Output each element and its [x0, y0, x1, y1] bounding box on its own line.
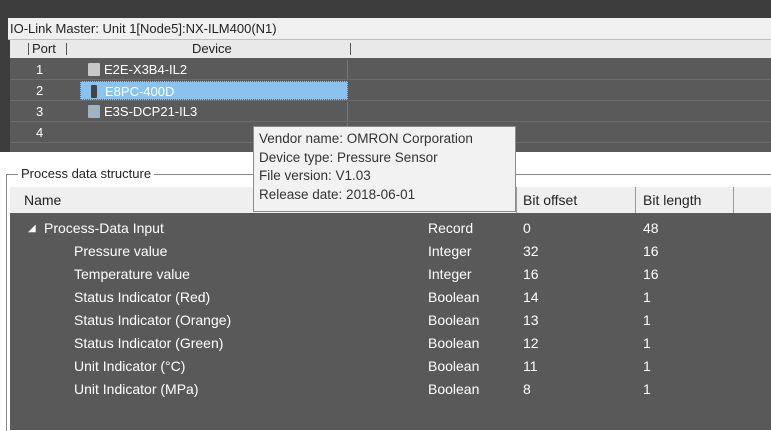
device-name: E2E-X3B4-IL2 [104, 62, 188, 77]
device-cell[interactable]: E3S-DCP21-IL3 [80, 102, 348, 121]
bit-length-column-header[interactable]: Bit length [643, 187, 701, 213]
table-row[interactable]: Unit Indicator (MPa) Boolean 8 1 [10, 378, 771, 401]
column-separator [733, 187, 734, 213]
column-separator [350, 43, 351, 55]
tooltip-release-date: Release date: 2018-06-01 [259, 186, 416, 202]
device-name: E8PC-400D [105, 84, 175, 99]
row-bit-length: 1 [643, 358, 651, 374]
row-bit-length: 48 [643, 220, 659, 236]
column-separator [66, 43, 67, 55]
table-row[interactable]: Unit Indicator (°C) Boolean 11 1 [10, 355, 771, 378]
window-title: IO-Link Master: Unit 1[Node5]:NX-ILM400(… [8, 18, 771, 40]
tooltip-file-version: File version: V1.03 [259, 168, 371, 183]
port-row-2[interactable]: 2 E8PC-400D [10, 81, 771, 100]
row-type: Boolean [428, 381, 480, 397]
row-type: Boolean [428, 289, 480, 305]
row-type: Boolean [428, 312, 480, 328]
name-column-header[interactable]: Name [24, 187, 61, 213]
tooltip-vendor: Vendor name: OMRON Corporation [259, 131, 473, 146]
port-number-cell: 4 [36, 125, 44, 140]
process-data-table: Name Bit offset Bit length ◢ Process-Dat… [10, 187, 771, 430]
port-number-cell: 1 [36, 62, 44, 77]
row-bit-offset: 8 [523, 381, 531, 397]
port-number-cell: 3 [36, 104, 44, 119]
row-type: Integer [428, 243, 472, 259]
bit-offset-column-header[interactable]: Bit offset [523, 187, 577, 213]
row-bit-length: 16 [643, 243, 659, 259]
table-row-group[interactable]: ◢ Process-Data Input Record 0 48 [10, 217, 771, 240]
row-bit-offset: 12 [523, 335, 539, 351]
row-name: Temperature value [74, 266, 190, 282]
row-bit-length: 1 [643, 335, 651, 351]
row-name: Unit Indicator (°C) [74, 358, 186, 374]
pressure-sensor-icon [91, 85, 97, 98]
device-name: E3S-DCP21-IL3 [104, 104, 198, 119]
row-type: Record [428, 220, 474, 236]
row-bit-offset: 14 [523, 289, 539, 305]
row-name: Pressure value [74, 243, 168, 259]
row-type: Boolean [428, 358, 480, 374]
row-name: Status Indicator (Green) [74, 335, 224, 351]
column-separator [635, 187, 636, 213]
row-bit-offset: 0 [523, 220, 531, 236]
tooltip-device-type: Device type: Pressure Sensor [259, 149, 438, 165]
device-cell-selected[interactable]: E8PC-400D [80, 81, 348, 100]
device-cell[interactable]: E2E-X3B4-IL2 [80, 60, 348, 79]
table-row[interactable]: Pressure value Integer 32 16 [10, 240, 771, 263]
section-title: Process data structure [18, 167, 155, 181]
row-divider [10, 79, 771, 80]
row-divider [10, 100, 771, 101]
photoelectric-sensor-icon [88, 105, 100, 118]
table-row[interactable]: Status Indicator (Green) Boolean 12 1 [10, 332, 771, 355]
port-number-cell: 2 [36, 83, 44, 98]
device-column-header[interactable]: Device [192, 40, 232, 58]
row-bit-length: 16 [643, 266, 659, 282]
row-name: Unit Indicator (MPa) [74, 381, 199, 397]
column-separator [516, 187, 517, 213]
row-bit-length: 1 [643, 289, 651, 305]
collapse-triangle-icon[interactable]: ◢ [28, 217, 36, 240]
row-bit-length: 1 [643, 312, 651, 328]
column-separator [28, 43, 29, 55]
row-bit-offset: 32 [523, 243, 539, 259]
row-bit-offset: 13 [523, 312, 539, 328]
row-name: Process-Data Input [44, 220, 164, 236]
row-name: Status Indicator (Orange) [74, 312, 232, 328]
table-row[interactable]: Temperature value Integer 16 16 [10, 263, 771, 286]
row-bit-length: 1 [643, 381, 651, 397]
port-table-header: Port Device [10, 40, 771, 58]
row-bit-offset: 11 [523, 358, 538, 374]
port-row-3[interactable]: 3 E3S-DCP21-IL3 [10, 102, 771, 121]
device-info-tooltip: Vendor name: OMRON Corporation Device ty… [253, 126, 516, 212]
row-bit-offset: 16 [523, 266, 539, 282]
table-row[interactable]: Status Indicator (Red) Boolean 14 1 [10, 286, 771, 309]
proximity-sensor-icon [88, 63, 100, 76]
port-column-header[interactable]: Port [32, 40, 56, 58]
app-frame: IO-Link Master: Unit 1[Node5]:NX-ILM400(… [0, 0, 771, 431]
row-type: Integer [428, 266, 472, 282]
table-row[interactable]: Status Indicator (Orange) Boolean 13 1 [10, 309, 771, 332]
row-name: Status Indicator (Red) [74, 289, 211, 305]
port-row-1[interactable]: 1 E2E-X3B4-IL2 [10, 60, 771, 79]
row-type: Boolean [428, 335, 480, 351]
row-divider [10, 121, 771, 122]
